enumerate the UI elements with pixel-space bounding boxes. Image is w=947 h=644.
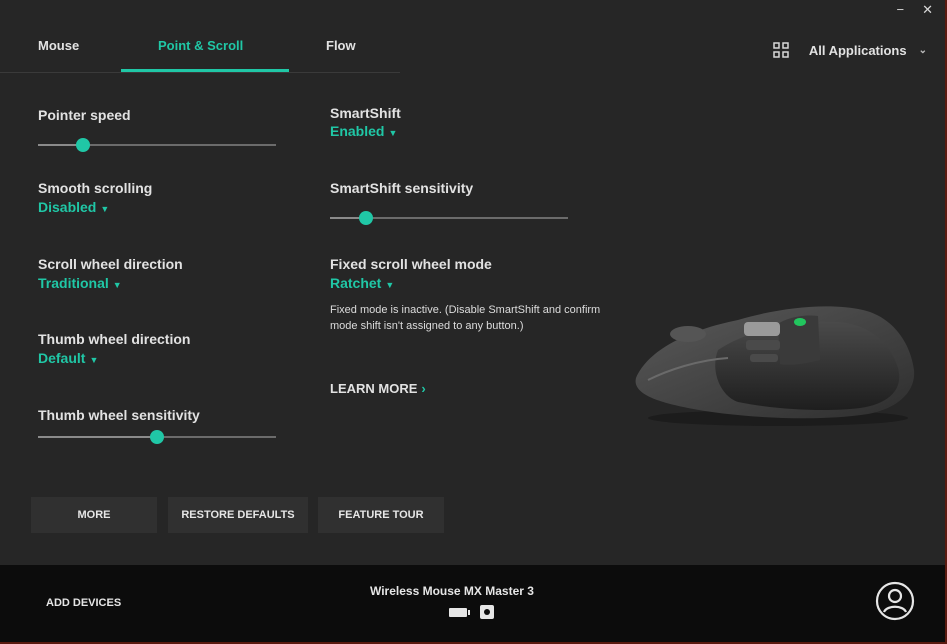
more-button[interactable]: MORE: [31, 497, 157, 533]
tab-bar: Mouse Point & Scroll Flow: [0, 28, 400, 73]
tab-mouse[interactable]: Mouse: [38, 38, 79, 53]
fixed-scroll-wheel-mode-value: Ratchet: [330, 275, 382, 291]
thumb-wheel-direction-label: Thumb wheel direction: [38, 331, 191, 347]
restore-defaults-button[interactable]: RESTORE DEFAULTS: [168, 497, 308, 533]
chevron-down-icon: ⌄: [918, 44, 927, 56]
applications-selector[interactable]: All Applications ⌄: [773, 42, 927, 58]
thumb-wheel-direction-value: Default: [38, 350, 86, 366]
chevron-down-icon: ▼: [112, 280, 122, 290]
fixed-mode-note: Fixed mode is inactive. (Disable SmartSh…: [330, 304, 601, 332]
device-footer: ADD DEVICES Wireless Mouse MX Master 3: [0, 565, 945, 642]
smartshift-dropdown[interactable]: Enabled ▼: [330, 123, 397, 139]
chevron-down-icon: ▼: [385, 280, 395, 290]
tab-flow[interactable]: Flow: [326, 38, 356, 53]
smartshift-sensitivity-label: SmartShift sensitivity: [330, 180, 474, 196]
slider-handle[interactable]: [358, 211, 373, 225]
chevron-down-icon: ▼: [89, 355, 99, 365]
smartshift-label: SmartShift: [330, 105, 401, 121]
feature-tour-button[interactable]: FEATURE TOUR: [318, 497, 444, 533]
fixed-scroll-wheel-mode-label: Fixed scroll wheel mode: [330, 256, 492, 272]
smartshift-sensitivity-slider[interactable]: [330, 211, 568, 225]
slider-fill: [38, 436, 157, 438]
smooth-scrolling-dropdown[interactable]: Disabled ▼: [38, 199, 109, 215]
fixed-scroll-wheel-mode-dropdown[interactable]: Ratchet ▼: [330, 275, 394, 291]
close-button[interactable]: ✕: [922, 2, 933, 18]
scroll-wheel-direction-label: Scroll wheel direction: [38, 256, 183, 272]
slider-handle[interactable]: [150, 430, 164, 444]
pointer-speed-slider[interactable]: [38, 138, 276, 152]
minimize-button[interactable]: −: [897, 2, 905, 18]
smooth-scrolling-label: Smooth scrolling: [38, 180, 153, 196]
scroll-wheel-direction-dropdown[interactable]: Traditional ▼: [38, 275, 122, 291]
battery-icon: [449, 608, 470, 617]
window-controls: − ✕: [897, 2, 934, 18]
chevron-down-icon: ▼: [388, 128, 398, 138]
scroll-wheel-direction-value: Traditional: [38, 275, 109, 291]
slider-handle[interactable]: [76, 138, 91, 152]
applications-grid-icon: [773, 42, 789, 58]
pointer-speed-label: Pointer speed: [38, 107, 131, 123]
mx-master-3-mouse-image: [635, 306, 915, 426]
smartshift-value: Enabled: [330, 123, 385, 139]
applications-selector-label: All Applications: [808, 42, 907, 58]
chevron-right-icon: ›: [421, 381, 426, 396]
thumb-wheel-sensitivity-label: Thumb wheel sensitivity: [38, 407, 200, 423]
add-devices-button[interactable]: ADD DEVICES: [46, 597, 121, 609]
smooth-scrolling-value: Disabled: [38, 199, 97, 215]
thumb-wheel-sensitivity-slider[interactable]: [38, 430, 276, 444]
active-tab-indicator: [121, 69, 289, 72]
logi-options-window: − ✕ Mouse Point & Scroll Flow All Applic…: [0, 0, 945, 642]
learn-more-label: LEARN MORE: [330, 381, 418, 396]
learn-more-link[interactable]: LEARN MORE ›: [330, 381, 426, 396]
chevron-down-icon: ▼: [100, 204, 110, 214]
tab-point-and-scroll[interactable]: Point & Scroll: [158, 38, 243, 53]
unifying-receiver-icon: [480, 605, 494, 619]
device-name[interactable]: Wireless Mouse MX Master 3: [370, 584, 534, 598]
thumb-wheel-direction-dropdown[interactable]: Default ▼: [38, 350, 98, 366]
account-icon[interactable]: [875, 581, 915, 621]
